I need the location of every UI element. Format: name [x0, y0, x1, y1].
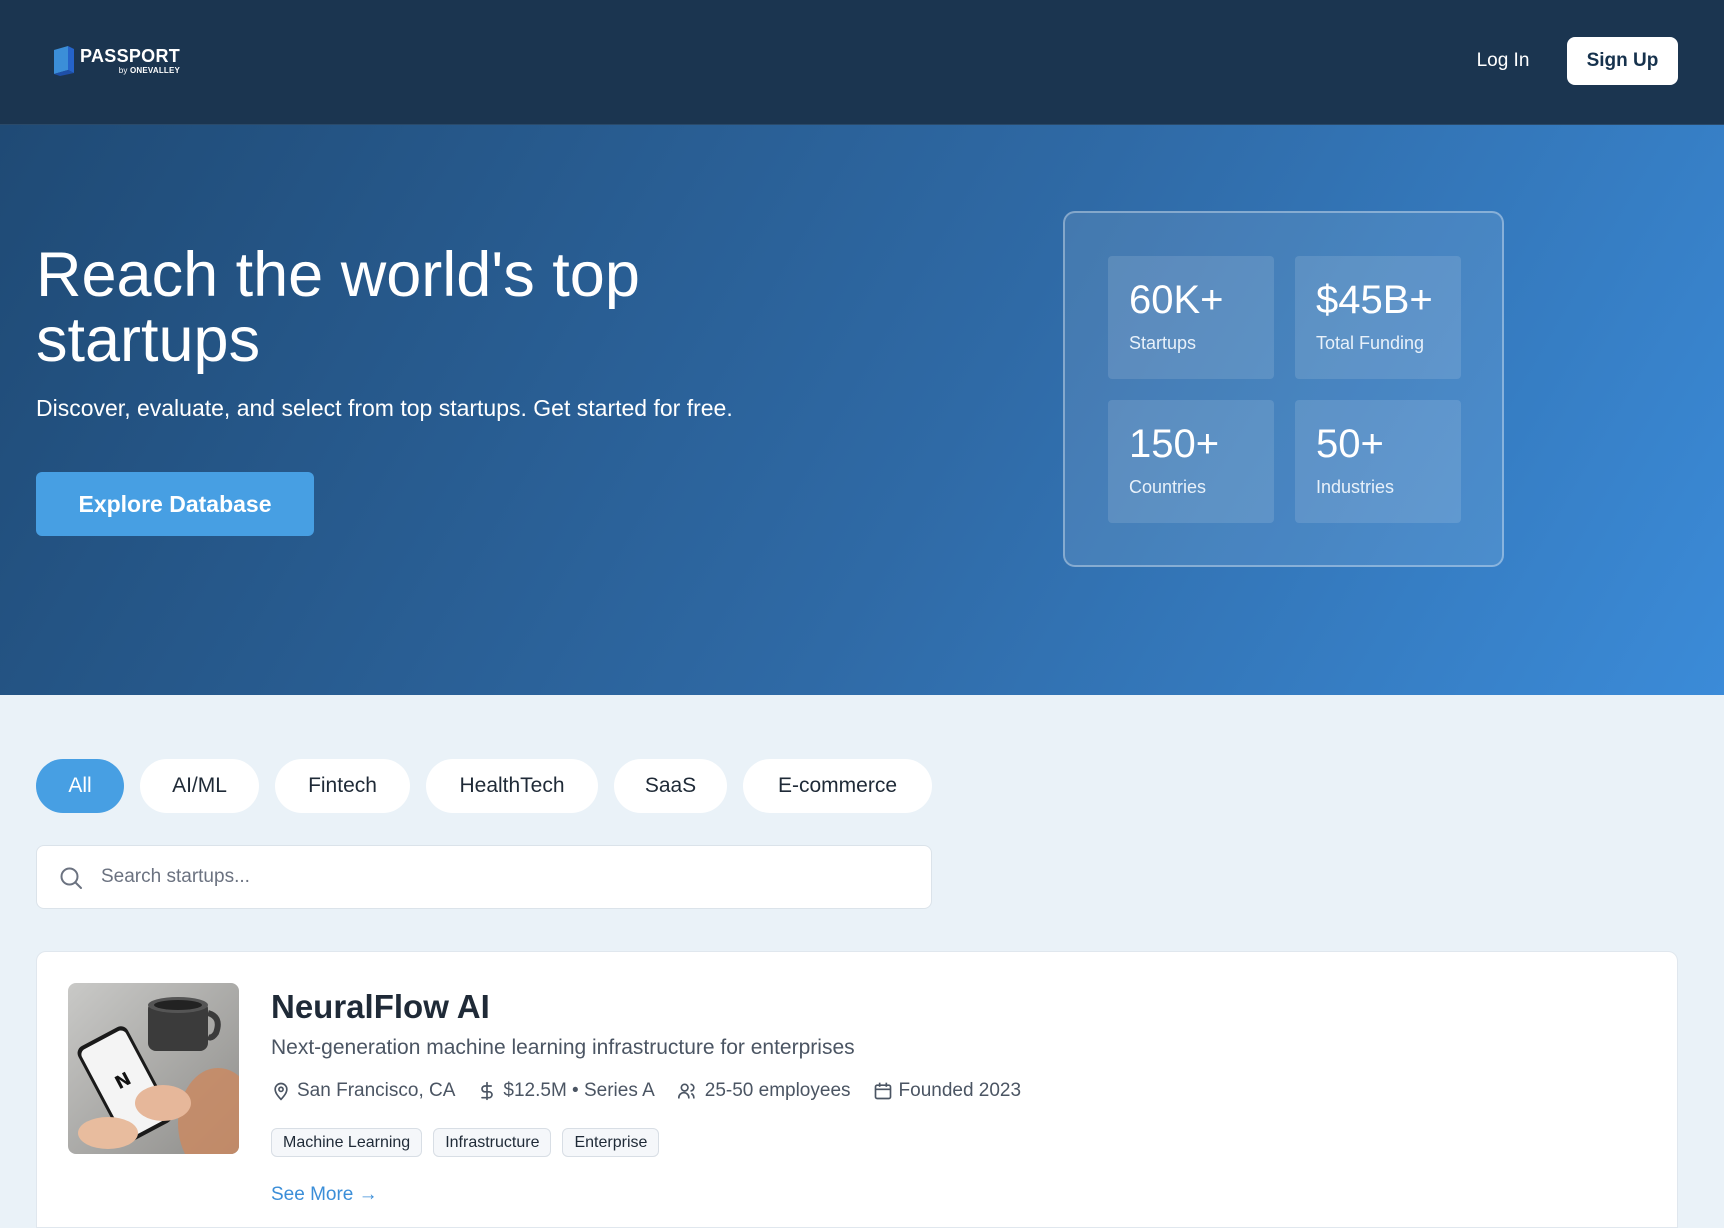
stat-label: Startups: [1129, 333, 1197, 353]
startup-name[interactable]: NeuralFlow AI: [271, 988, 490, 1026]
filter-chip-saas[interactable]: SaaS: [614, 759, 727, 813]
startup-founded: Founded 2023: [873, 1080, 1022, 1102]
stat-industries: 50+ Industries: [1295, 400, 1461, 523]
brand-tagline: by ONEVALLEY: [118, 66, 181, 75]
signup-button[interactable]: Sign Up: [1567, 37, 1678, 85]
passport-logo-icon: [54, 46, 74, 76]
hero-section: Reach the world's top startups Discover,…: [0, 125, 1724, 695]
stat-value: 150+: [1129, 422, 1220, 466]
stat-label: Countries: [1129, 477, 1207, 497]
founded-text: Founded 2023: [898, 1080, 1022, 1101]
stat-startups: 60K+ Startups: [1108, 256, 1274, 379]
filter-chip-fintech[interactable]: Fintech: [275, 759, 410, 813]
map-pin-icon: [274, 1082, 288, 1101]
stat-label: Industries: [1316, 477, 1395, 497]
filter-chip-all[interactable]: All: [36, 759, 124, 813]
search-icon: [60, 867, 82, 889]
explore-database-button[interactable]: Explore Database: [36, 472, 314, 536]
funding-text: $12.5M • Series A: [503, 1080, 655, 1101]
stat-value: 60K+: [1129, 278, 1224, 322]
login-button[interactable]: Log In: [1462, 38, 1544, 84]
employees-text: 25-50 employees: [704, 1080, 851, 1101]
hero-title: Reach the world's top startups: [36, 240, 640, 375]
stat-value: $45B+: [1316, 278, 1433, 322]
dollar-icon: [481, 1081, 494, 1101]
calendar-icon: [874, 1082, 891, 1100]
brand-name: PASSPORT: [80, 46, 181, 66]
passport-logo[interactable]: PASSPORT by ONEVALLEY: [54, 46, 180, 76]
startup-employees: 25-50 employees: [677, 1080, 851, 1102]
tag-infrastructure[interactable]: Infrastructure: [433, 1128, 552, 1157]
users-icon: [677, 1083, 695, 1099]
stat-value: 50+: [1316, 422, 1384, 466]
stat-label: Total Funding: [1316, 333, 1425, 353]
startup-meta: San Francisco, CA $12.5M • Series A 25-5…: [271, 1080, 1043, 1102]
filter-chip-healthtech[interactable]: HealthTech: [426, 759, 598, 813]
startup-tags: Machine Learning Infrastructure Enterpri…: [271, 1128, 670, 1157]
tag-enterprise[interactable]: Enterprise: [562, 1128, 660, 1157]
tag-machine-learning[interactable]: Machine Learning: [271, 1128, 423, 1157]
startup-description: Next-generation machine learning infrast…: [271, 1036, 855, 1059]
stat-total-funding: $45B+ Total Funding: [1295, 256, 1461, 379]
see-more-link[interactable]: See More →: [271, 1184, 378, 1206]
filter-chip-ai-ml[interactable]: AI/ML: [140, 759, 259, 813]
top-navbar: PASSPORT by ONEVALLEY Log In Sign Up: [0, 0, 1724, 125]
search-input[interactable]: [101, 846, 901, 908]
stats-panel: 60K+ Startups $45B+ Total Funding 150+ C…: [1063, 211, 1504, 567]
location-text: San Francisco, CA: [297, 1080, 456, 1101]
stat-countries: 150+ Countries: [1108, 400, 1274, 523]
search-bar: [36, 845, 932, 909]
filter-chip-e-commerce[interactable]: E-commerce: [743, 759, 932, 813]
startup-thumbnail: N: [68, 983, 239, 1154]
startup-location: San Francisco, CA: [271, 1080, 455, 1102]
startup-funding: $12.5M • Series A: [477, 1080, 655, 1102]
hero-subtitle: Discover, evaluate, and select from top …: [36, 395, 733, 421]
startup-card: N NeuralFlow AI Next-generation machine …: [36, 951, 1678, 1228]
